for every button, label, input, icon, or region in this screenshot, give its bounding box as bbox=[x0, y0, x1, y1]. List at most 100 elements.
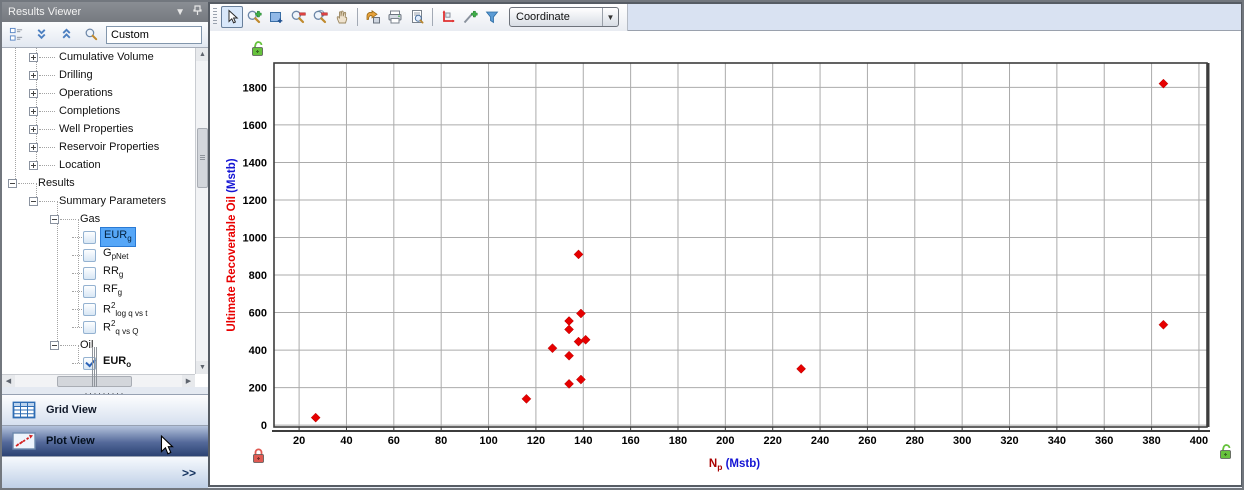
plot-region: 2040608010012014016018020022024026028030… bbox=[210, 31, 1241, 485]
search-button[interactable] bbox=[81, 25, 101, 45]
grid-view-button[interactable]: Grid View bbox=[2, 394, 208, 425]
x-tick-label: 320 bbox=[1000, 435, 1018, 447]
tree-item-operations[interactable]: Operations bbox=[2, 84, 195, 102]
tree-item-label: Location bbox=[56, 158, 104, 173]
tree-item-cumulative-volume[interactable]: Cumulative Volume bbox=[2, 48, 195, 66]
panel-splitter[interactable]: ......... bbox=[2, 387, 208, 394]
collapse-all-button[interactable] bbox=[56, 25, 76, 45]
data-point[interactable] bbox=[565, 325, 574, 334]
unzoom-all-button[interactable] bbox=[309, 6, 331, 28]
collapse-icon[interactable] bbox=[50, 341, 59, 350]
axis-lock-bottom-left-icon[interactable] bbox=[251, 447, 266, 464]
tree-item-euro[interactable]: EURo bbox=[2, 354, 195, 372]
expand-all-button[interactable] bbox=[31, 25, 51, 45]
data-point[interactable] bbox=[1159, 79, 1168, 88]
tree-item-summary-parameters[interactable]: Summary Parameters bbox=[2, 192, 195, 210]
x-tick-label: 260 bbox=[858, 435, 876, 447]
collapse-icon[interactable] bbox=[50, 215, 59, 224]
data-point[interactable] bbox=[565, 351, 574, 360]
axes-button[interactable] bbox=[437, 6, 459, 28]
tree-item-rfg[interactable]: RFg bbox=[2, 282, 195, 300]
zoom-in-icon bbox=[246, 9, 262, 25]
tree-item-rrg[interactable]: RRg bbox=[2, 264, 195, 282]
plot-view-icon bbox=[12, 432, 36, 450]
plot-toolbar: Coordinate ▼ bbox=[210, 4, 1241, 31]
checkbox-rfg[interactable] bbox=[83, 285, 96, 298]
y-tick-label: 0 bbox=[261, 420, 267, 432]
x-axis-title: Np (Mstb) bbox=[709, 458, 760, 472]
data-point[interactable] bbox=[311, 413, 320, 422]
x-tick-label: 280 bbox=[906, 435, 924, 447]
checkbox-rlog-q-vs-t[interactable] bbox=[83, 303, 96, 316]
data-point[interactable] bbox=[574, 250, 583, 259]
expand-icon[interactable] bbox=[29, 125, 38, 134]
checkbox-rq-vs-q[interactable] bbox=[83, 321, 96, 334]
tree-item-label: Drilling bbox=[56, 68, 96, 83]
tree-search-input[interactable] bbox=[106, 26, 202, 44]
plot-type-dropdown[interactable]: Coordinate ▼ bbox=[509, 7, 619, 27]
toolbar-grip[interactable] bbox=[213, 8, 217, 26]
chevron-down-icon[interactable]: ▼ bbox=[175, 7, 185, 18]
data-point[interactable] bbox=[574, 337, 583, 346]
tree-item-rq-vs-q[interactable]: R2q vs Q bbox=[2, 318, 195, 336]
tree-item-completions[interactable]: Completions bbox=[2, 102, 195, 120]
tree-layout-button[interactable] bbox=[6, 25, 26, 45]
expand-icon[interactable] bbox=[29, 107, 38, 116]
collapse-icon[interactable] bbox=[8, 179, 17, 188]
tree-item-results[interactable]: Results bbox=[2, 174, 195, 192]
export-button[interactable] bbox=[362, 6, 384, 28]
tree-item-reservoir-properties[interactable]: Reservoir Properties bbox=[2, 138, 195, 156]
grid-view-label: Grid View bbox=[46, 404, 97, 416]
tree-item-drilling[interactable]: Drilling bbox=[2, 66, 195, 84]
tree-item-gas[interactable]: Gas bbox=[2, 210, 195, 228]
expand-icon[interactable] bbox=[29, 143, 38, 152]
expand-icon[interactable] bbox=[29, 53, 38, 62]
pointer-tool-icon bbox=[224, 9, 240, 25]
axis-unlock-top-left-icon[interactable] bbox=[250, 40, 265, 57]
tree-item-rlog-q-vs-t[interactable]: R2log q vs t bbox=[2, 300, 195, 318]
expand-icon[interactable] bbox=[29, 89, 38, 98]
checkbox-eurg[interactable] bbox=[83, 231, 96, 244]
expand-icon[interactable] bbox=[29, 71, 38, 80]
collapse-icon[interactable] bbox=[29, 197, 38, 206]
checkbox-rrg[interactable] bbox=[83, 267, 96, 280]
x-tick-label: 40 bbox=[340, 435, 352, 447]
tree-item-eurg[interactable]: EURg bbox=[2, 228, 195, 246]
zoom-window-button[interactable] bbox=[265, 6, 287, 28]
data-point[interactable] bbox=[576, 309, 585, 318]
data-point[interactable] bbox=[576, 375, 585, 384]
data-point[interactable] bbox=[565, 379, 574, 388]
tree-item-label: EURg bbox=[100, 227, 136, 247]
data-point[interactable] bbox=[797, 364, 806, 373]
checkbox-gpnet[interactable] bbox=[83, 249, 96, 262]
tree-item-oil[interactable]: Oil bbox=[2, 336, 195, 354]
results-tree[interactable]: Cumulative Volume DrillingOperationsCompl… bbox=[2, 48, 195, 374]
pin-icon[interactable] bbox=[193, 5, 202, 19]
data-point[interactable] bbox=[522, 394, 531, 403]
tree-vertical-scrollbar[interactable]: ▲ ▼ bbox=[195, 48, 208, 374]
tree-item-well-properties[interactable]: Well Properties bbox=[2, 120, 195, 138]
zoom-out-button[interactable] bbox=[287, 6, 309, 28]
tree-item-gpnet[interactable]: GpNet bbox=[2, 246, 195, 264]
data-point[interactable] bbox=[565, 316, 574, 325]
scatter-plot[interactable]: 2040608010012014016018020022024026028030… bbox=[210, 31, 1241, 485]
filter-button[interactable] bbox=[481, 6, 503, 28]
plot-view-button[interactable]: Plot View bbox=[2, 425, 208, 456]
pointer-tool-button[interactable] bbox=[221, 6, 243, 28]
expand-panel-button[interactable]: >> bbox=[182, 466, 196, 480]
tree-item-location[interactable]: Location bbox=[2, 156, 195, 174]
pan-button[interactable] bbox=[331, 6, 353, 28]
data-point[interactable] bbox=[581, 335, 590, 344]
scrollbar-thumb[interactable] bbox=[197, 128, 208, 188]
add-line-button[interactable] bbox=[459, 6, 481, 28]
expand-icon[interactable] bbox=[29, 161, 38, 170]
data-point[interactable] bbox=[1159, 320, 1168, 329]
data-point[interactable] bbox=[548, 344, 557, 353]
zoom-window-icon bbox=[268, 9, 284, 25]
print-button[interactable] bbox=[384, 6, 406, 28]
print-preview-button[interactable] bbox=[406, 6, 428, 28]
zoom-in-button[interactable] bbox=[243, 6, 265, 28]
axis-unlock-bottom-right-icon[interactable] bbox=[1218, 443, 1233, 460]
chevron-down-icon[interactable]: ▼ bbox=[602, 8, 618, 26]
panel-titlebar: Results Viewer ▼ bbox=[2, 2, 208, 22]
